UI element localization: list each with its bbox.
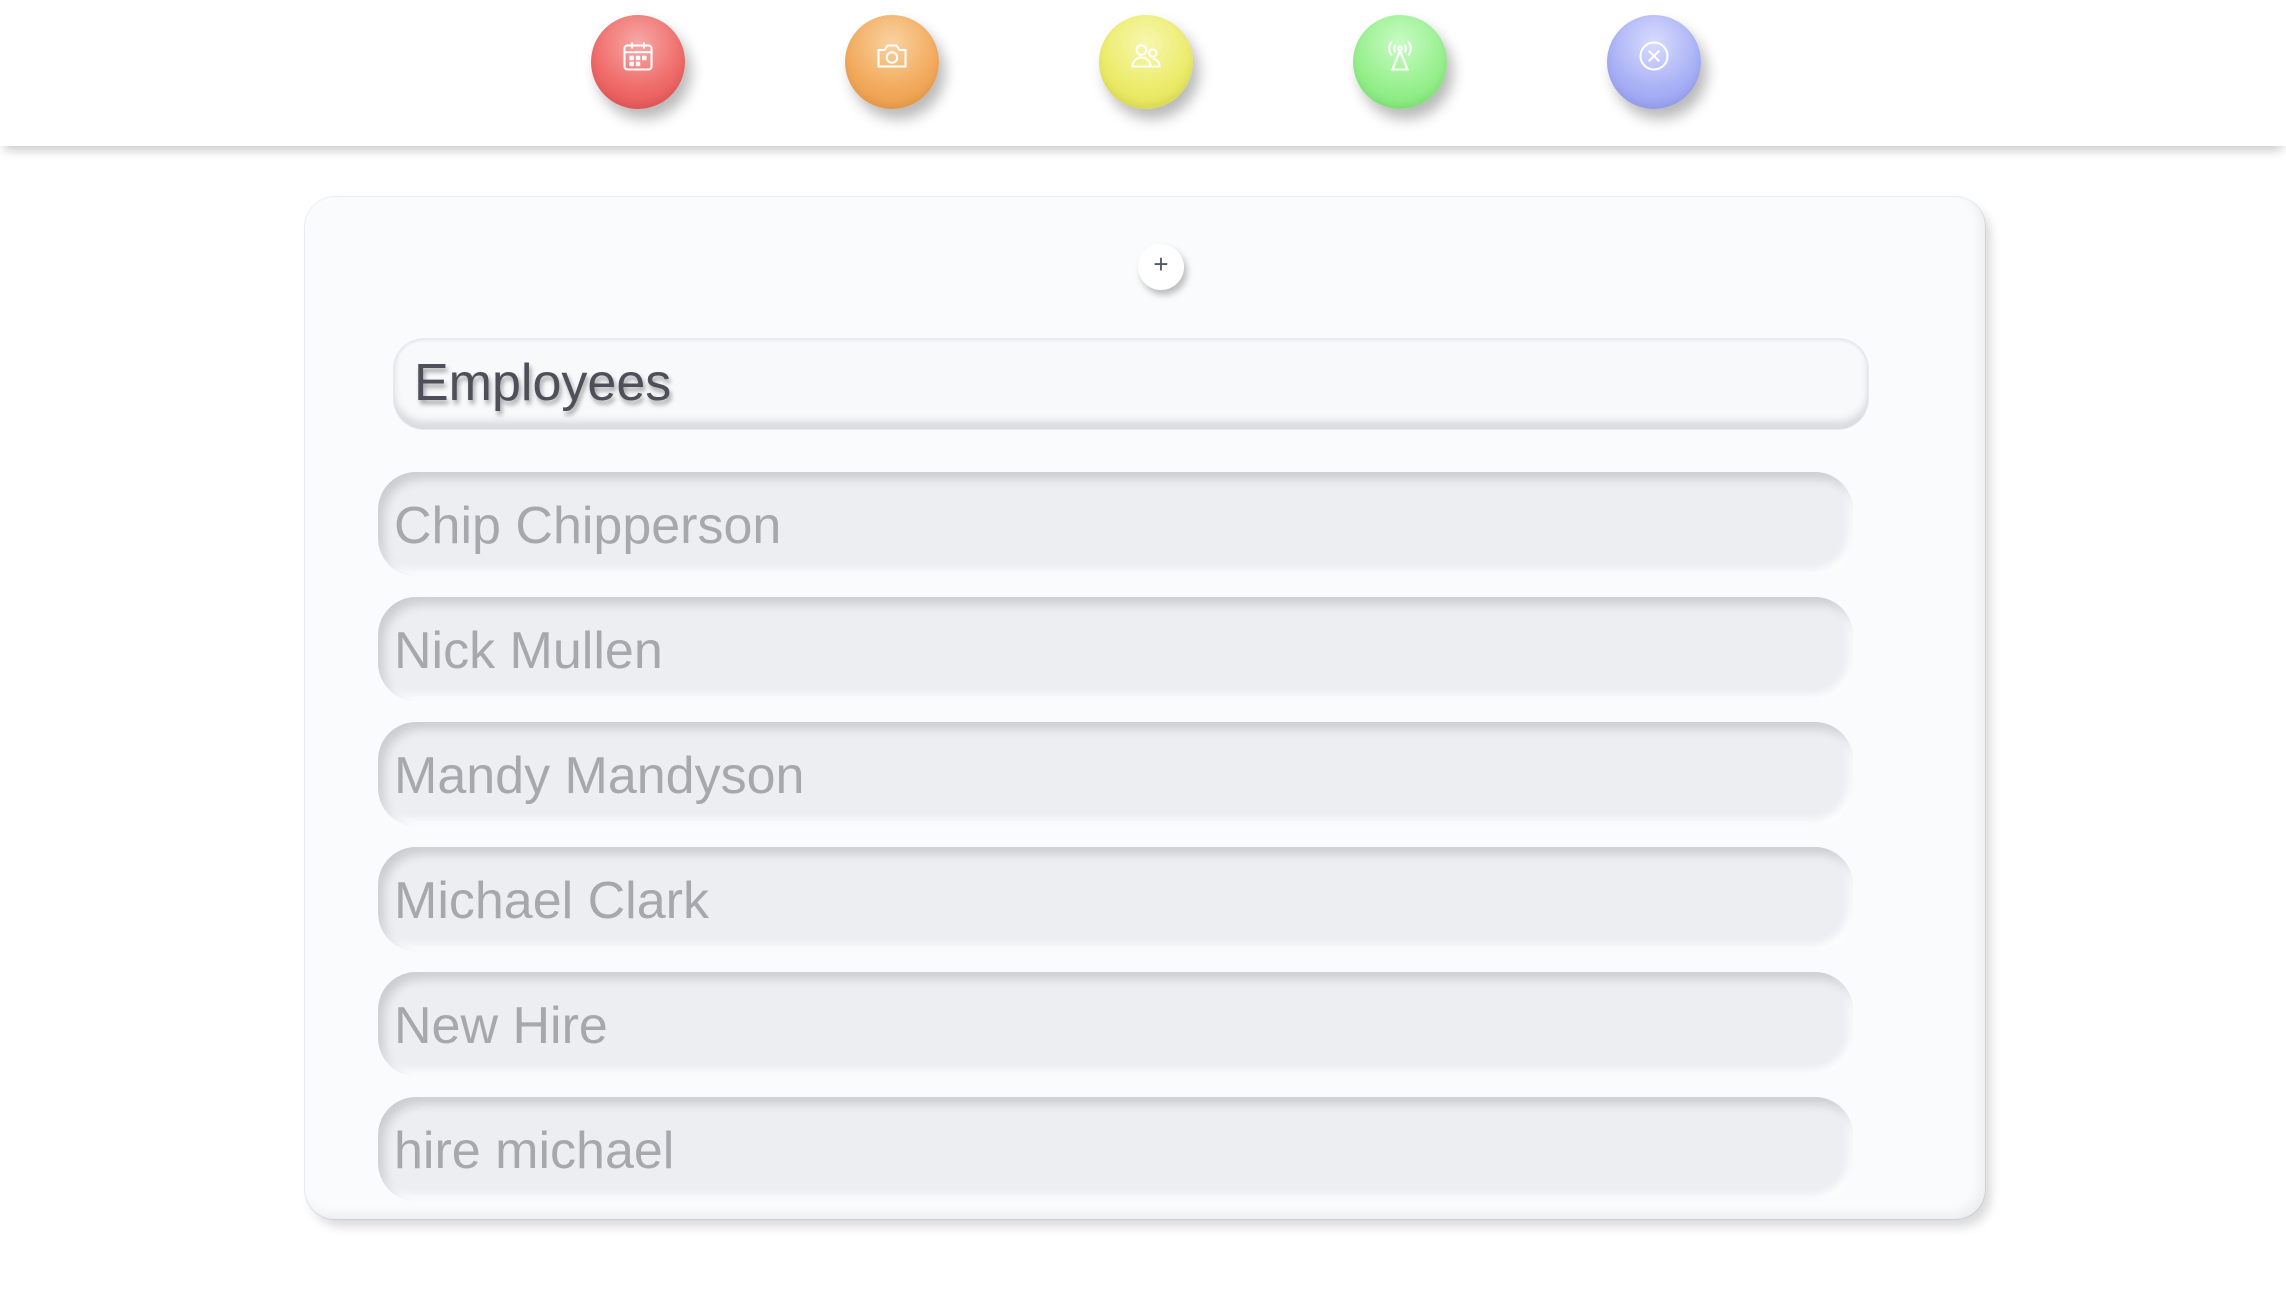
employee-list: Chip Chipperson Nick Mullen Mandy Mandys… (378, 472, 1853, 1222)
employee-name: Mandy Mandyson (394, 747, 805, 805)
employee-row[interactable]: hire michael (378, 1097, 1853, 1201)
employee-name: Nick Mullen (394, 622, 663, 680)
employee-name: Michael Clark (394, 872, 709, 930)
employee-row[interactable]: New Hire (378, 972, 1853, 1076)
broadcast-button[interactable] (1353, 15, 1447, 109)
top-nav-bar (0, 0, 2286, 146)
employee-row[interactable]: Mandy Mandyson (378, 722, 1853, 826)
list-title: Employees (414, 354, 672, 412)
employee-row[interactable]: Michael Clark (378, 847, 1853, 951)
users-icon (1131, 44, 1161, 68)
close-circle-icon (1639, 41, 1669, 71)
camera-button[interactable] (845, 15, 939, 109)
employee-row[interactable]: Nick Mullen (378, 597, 1853, 701)
add-employee-button[interactable]: + (1138, 244, 1184, 290)
employee-row[interactable]: Chip Chipperson (378, 472, 1853, 576)
broadcast-tower-icon (1388, 41, 1412, 71)
users-button[interactable] (1099, 15, 1193, 109)
employee-name: hire michael (394, 1122, 675, 1180)
employees-panel: + Employees Chip Chipperson Nick Mullen … (305, 197, 1985, 1219)
calendar-button[interactable] (591, 15, 685, 109)
employee-name: New Hire (394, 997, 608, 1055)
list-title-bar: Employees (394, 339, 1868, 429)
calendar-icon (623, 42, 653, 71)
camera-icon (877, 44, 907, 68)
close-button[interactable] (1607, 15, 1701, 109)
employee-name: Chip Chipperson (394, 497, 782, 555)
